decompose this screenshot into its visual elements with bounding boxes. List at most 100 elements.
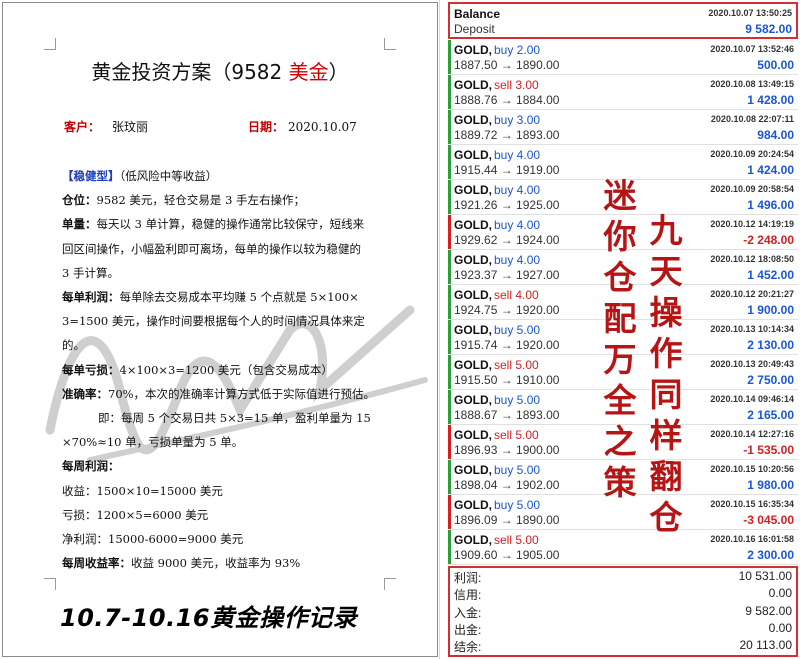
trade-symbol: GOLD, buy 4.00 — [454, 148, 541, 162]
trade-profit: 2 165.00 — [747, 408, 794, 422]
balance-amount: 9 582.00 — [745, 22, 792, 36]
trade-profit: -2 248.00 — [743, 233, 794, 247]
calligraphy-char: 你 — [603, 217, 637, 256]
trade-side: sell 5.00 — [494, 358, 539, 372]
trade-prices: 1915.50 → 1910.00 — [454, 373, 560, 387]
trade-row[interactable]: GOLD, sell 5.00 2020.10.16 16:01:58 1909.60… — [448, 530, 798, 565]
investment-plan-document: 黄金投资方案（9582 美金） 客户： 张玟丽 日期： 2020.10.07 【稳健… — [0, 0, 440, 659]
trade-prices: 1929.62 → 1924.00 — [454, 233, 560, 247]
unit-line-3: 3 手计算。 — [62, 265, 119, 280]
trade-side: sell 3.00 — [494, 78, 539, 92]
unit-line-2: 回区间操作，小幅盈利即可离场，每单的操作以较为稳健的 — [62, 241, 361, 256]
summary-value: 10 531.00 — [738, 569, 792, 583]
trade-symbol: GOLD, buy 5.00 — [454, 463, 541, 477]
trade-status-bar — [448, 320, 451, 354]
trade-prices: 1921.26 → 1925.00 — [454, 198, 560, 212]
trade-date: 2020.10.13 10:14:34 — [710, 324, 794, 334]
trade-symbol: GOLD, sell 5.00 — [454, 533, 539, 547]
trade-row[interactable]: GOLD, buy 3.00 2020.10.08 22:07:11 1889.72 … — [448, 110, 798, 145]
income-line: 收益：1500×10=15000 美元 — [62, 483, 223, 498]
summary-row: 利润: 10 531.00 — [450, 568, 796, 585]
trade-profit: 1 980.00 — [747, 478, 794, 492]
unit-loss-line: 每单亏损：4×100×3=1200 美元（包含交易成本） — [62, 362, 333, 377]
trade-status-bar — [448, 40, 451, 74]
trade-side: buy 5.00 — [494, 498, 541, 512]
date-value: 2020.10.07 — [288, 120, 357, 134]
trade-date: 2020.10.14 12:27:16 — [710, 429, 794, 439]
trade-profit: 2 750.00 — [747, 373, 794, 387]
balance-entry[interactable]: Balance Deposit 2020.10.07 13:50:25 9 58… — [448, 2, 798, 39]
unit-profit-line: 每单利润：每单除去交易成本平均赚 5 个点就是 5×100× — [62, 290, 359, 305]
trade-prices: 1888.76 → 1884.00 — [454, 93, 560, 107]
trade-date: 2020.10.09 20:24:54 — [710, 149, 794, 159]
trade-prices: 1915.44 → 1919.00 — [454, 163, 560, 177]
trade-row[interactable]: GOLD, sell 3.00 2020.10.08 13:49:15 1888.76… — [448, 75, 798, 110]
trade-status-bar — [448, 425, 451, 459]
trade-prices: 1898.04 → 1902.00 — [454, 478, 560, 492]
trade-side: buy 4.00 — [494, 253, 541, 267]
trade-symbol: GOLD, buy 5.00 — [454, 393, 541, 407]
trade-date: 2020.10.12 18:08:50 — [710, 254, 794, 264]
trade-profit: 1 428.00 — [747, 93, 794, 107]
calligraphy-left-column: 迷你仓配万全之策 — [600, 175, 640, 503]
trade-status-bar — [448, 110, 451, 144]
trade-symbol: GOLD, buy 4.00 — [454, 253, 541, 267]
trade-status-bar — [448, 390, 451, 424]
crop-mark — [384, 578, 396, 590]
trade-side: buy 3.00 — [494, 113, 541, 127]
summary-value: 20 113.00 — [739, 638, 793, 653]
trade-prices: 1915.74 → 1920.00 — [454, 338, 560, 352]
trade-prices: 1923.37 → 1927.00 — [454, 268, 560, 282]
trade-prices: 1909.60 → 1905.00 — [454, 548, 560, 562]
accuracy-detail-1: 即：每周 5 个交易日共 5×3=15 单，盈利单量为 15 — [98, 411, 371, 426]
document-body: 【稳健型】（低风险中等收益） 仓位：9582 美元，轻仓交易是 3 手左右操作；… — [62, 164, 397, 575]
client-row: 客户： 张玟丽 — [64, 118, 148, 135]
loss-line: 亏损：1200×5=6000 美元 — [62, 507, 209, 522]
trade-status-bar — [448, 250, 451, 284]
trade-profit: -1 535.00 — [743, 443, 794, 457]
net-line: 净利润：15000-6000=9000 美元 — [62, 532, 244, 547]
summary-row: 入金: 9 582.00 — [450, 603, 796, 620]
weekly-rate-line: 每周收益率：收益 9000 美元，收益率为 93% — [62, 556, 301, 571]
trade-date: 2020.10.13 20:49:43 — [710, 359, 794, 369]
calligraphy-char: 翻 — [649, 457, 683, 496]
trade-row[interactable]: GOLD, buy 2.00 2020.10.07 13:52:46 1887.50 … — [448, 40, 798, 75]
trade-prices: 1889.72 → 1893.00 — [454, 128, 560, 142]
trade-date: 2020.10.14 09:46:14 — [710, 394, 794, 404]
date-label: 日期： — [248, 120, 285, 134]
trade-date: 2020.10.15 16:35:34 — [710, 499, 794, 509]
crop-mark — [44, 578, 56, 590]
trade-profit: 984.00 — [757, 128, 794, 142]
unit-profit-line-3: 的。 — [62, 338, 85, 353]
calligraphy-char: 全 — [603, 381, 637, 420]
trade-side: buy 5.00 — [494, 393, 541, 407]
trade-date: 2020.10.08 13:49:15 — [710, 79, 794, 89]
calligraphy-char: 操 — [649, 293, 683, 332]
trade-symbol: GOLD, sell 5.00 — [454, 428, 539, 442]
balance-subtitle: Deposit — [454, 22, 495, 36]
summary-value: 9 582.00 — [745, 603, 792, 618]
calligraphy-char: 迷 — [603, 176, 637, 215]
trade-symbol: GOLD, buy 3.00 — [454, 113, 541, 127]
summary-row: 信用: 0.00 — [450, 585, 796, 602]
trade-status-bar — [448, 285, 451, 319]
calligraphy-char: 天 — [649, 252, 683, 291]
trade-profit: -3 045.00 — [743, 513, 794, 527]
plan-line: 【稳健型】（低风险中等收益） — [62, 169, 218, 183]
trade-prices: 1887.50 → 1890.00 — [454, 58, 560, 72]
calligraphy-char: 样 — [649, 416, 683, 455]
summary-value: 0.00 — [768, 586, 792, 601]
calligraphy-char: 仓 — [603, 258, 637, 297]
trade-prices: 1896.93 → 1900.00 — [454, 443, 560, 457]
accuracy-detail-2: ×70%≈10 单，亏损单量为 5 单。 — [62, 435, 244, 450]
trade-prices: 1896.09 → 1890.00 — [454, 513, 560, 527]
trade-date: 2020.10.12 14:19:19 — [710, 219, 794, 229]
summary-label: 入金: — [454, 605, 482, 620]
summary-label: 结余: — [454, 640, 482, 655]
trade-side: buy 4.00 — [494, 183, 541, 197]
trade-date: 2020.10.09 20:58:54 — [710, 184, 794, 194]
trade-symbol: GOLD, buy 5.00 — [454, 323, 541, 337]
summary-label: 出金: — [454, 622, 482, 637]
trade-profit: 500.00 — [757, 58, 794, 72]
summary-row: 出金: 0.00 — [450, 620, 796, 637]
